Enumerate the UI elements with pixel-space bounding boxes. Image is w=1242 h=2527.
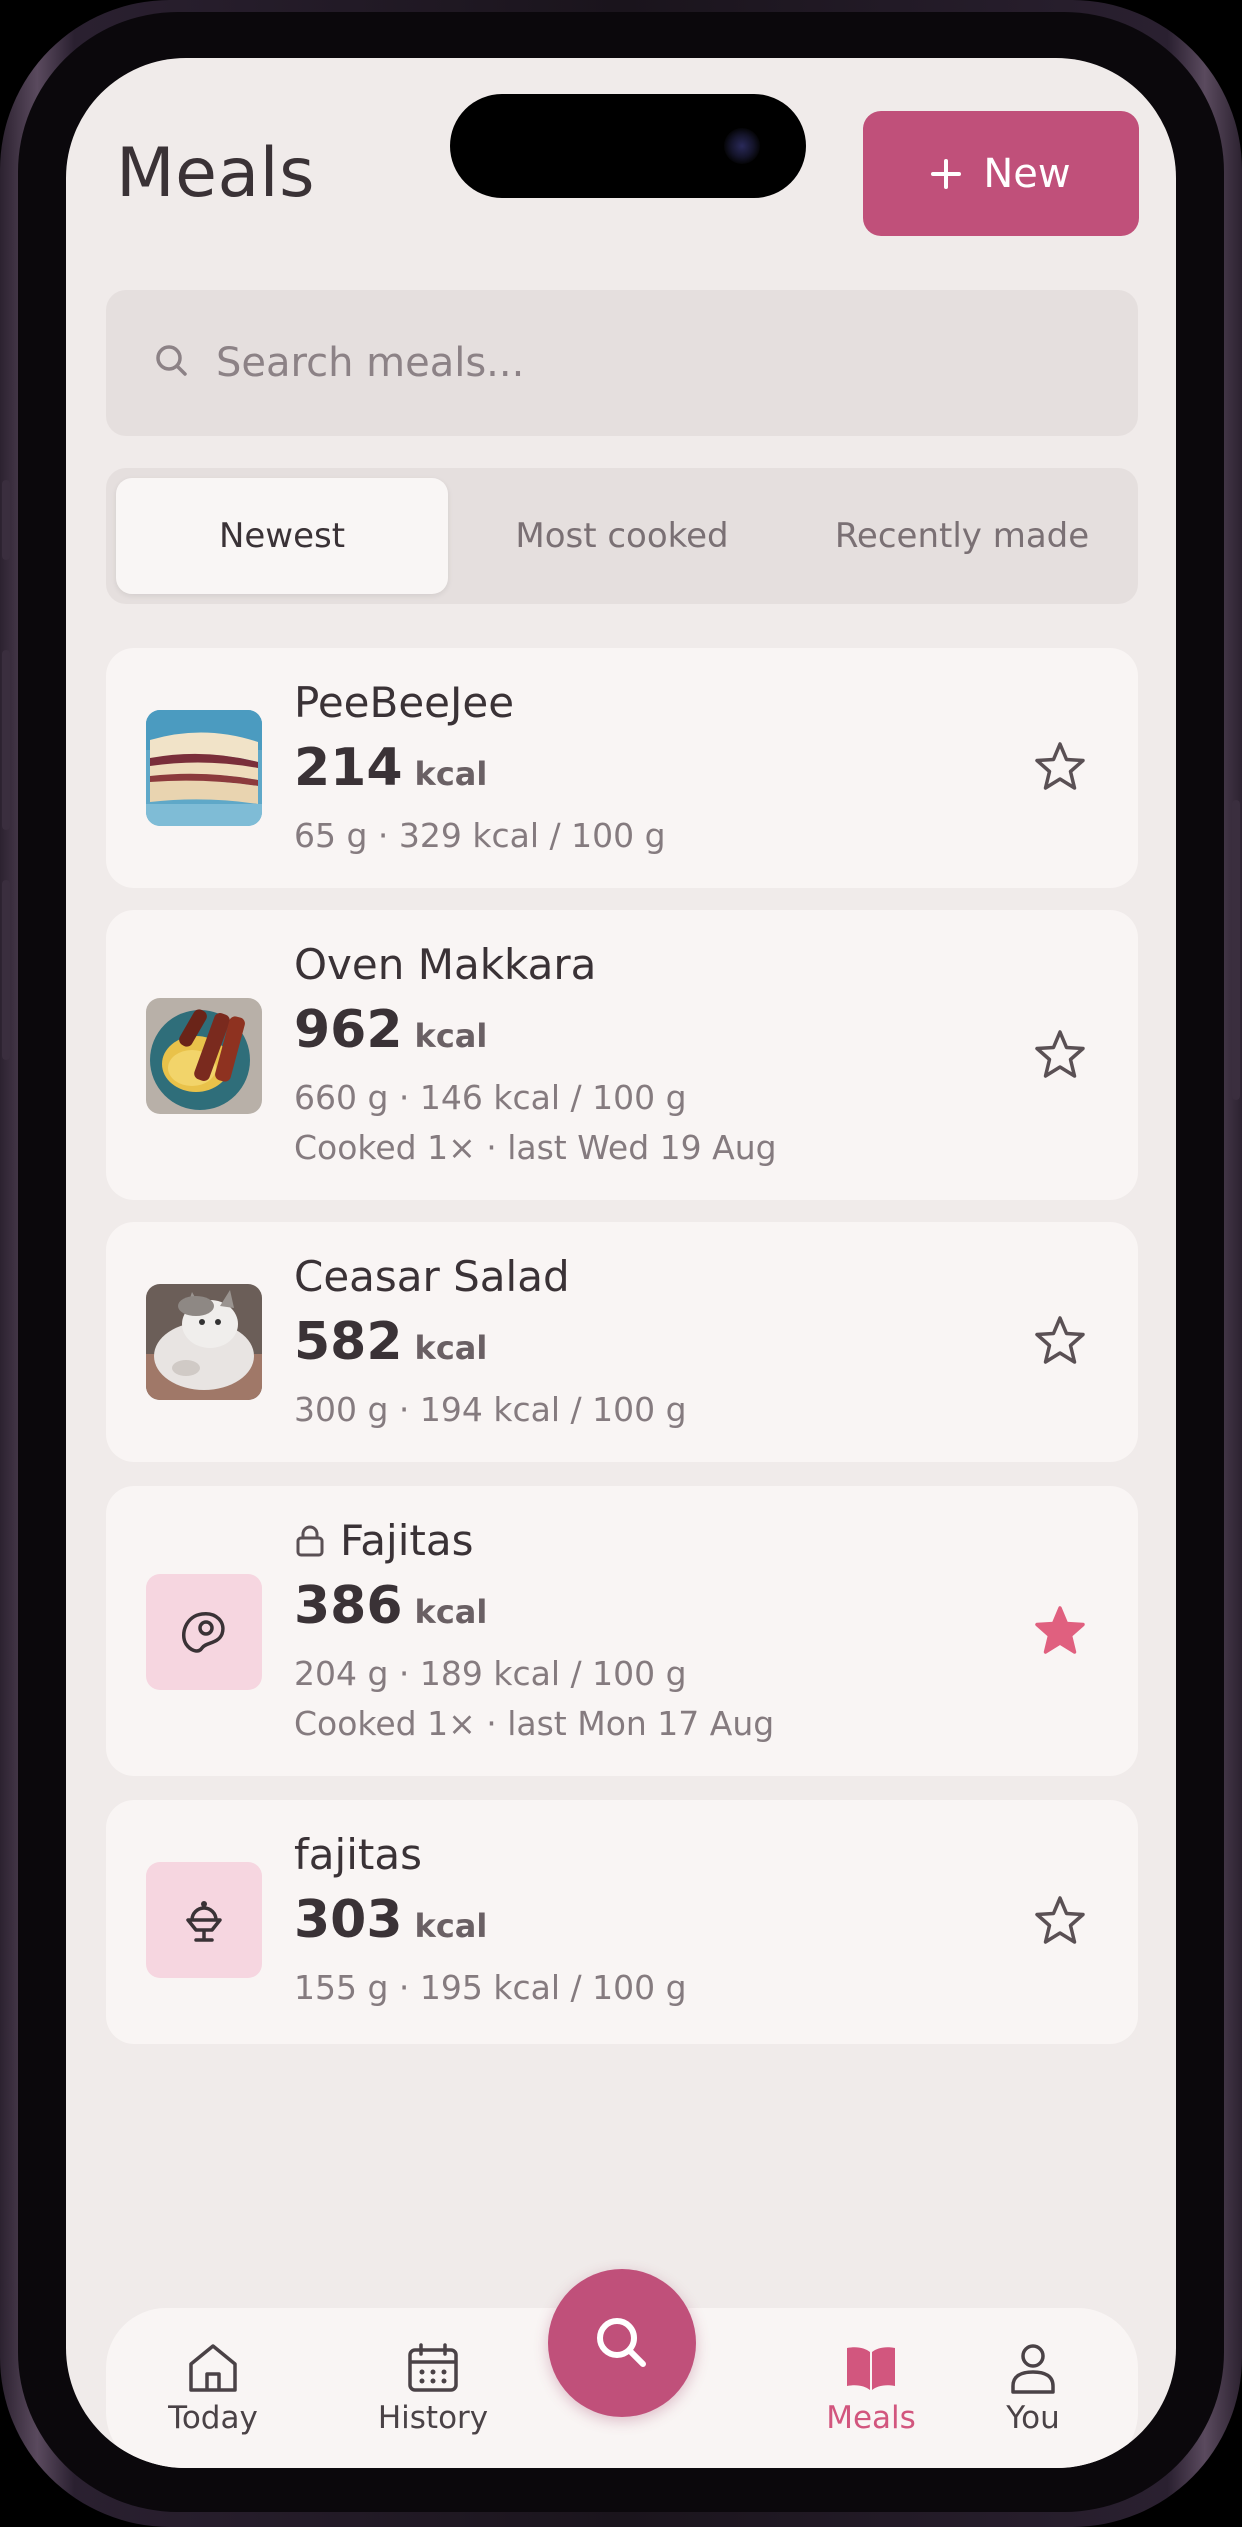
sundae-icon	[146, 1862, 262, 1978]
meal-photo	[146, 710, 262, 826]
meal-name: Oven Makkara	[294, 940, 596, 989]
meal-name-text: fajitas	[294, 1830, 422, 1879]
side-button	[2, 880, 10, 1060]
meat-icon	[146, 1574, 262, 1690]
meal-cooked-info: Cooked 1× · last Mon 17 Aug	[294, 1704, 775, 1743]
kcal-unit: kcal	[414, 755, 488, 793]
meal-detail: 300 g · 194 kcal / 100 g	[294, 1390, 687, 1429]
star-filled-icon[interactable]	[1030, 1602, 1090, 1662]
nav-history-label: History	[377, 2400, 489, 2436]
camera	[724, 128, 760, 164]
meal-kcal: 962 kcal	[294, 1000, 487, 1060]
star-icon[interactable]	[1030, 1312, 1090, 1372]
meal-name-text: PeeBeeJee	[294, 678, 515, 727]
nav-you[interactable]: You	[958, 2308, 1108, 2468]
meal-kcal: 303 kcal	[294, 1890, 487, 1950]
page-title: Meals	[116, 134, 315, 213]
side-button	[2, 480, 10, 560]
kcal-unit: kcal	[414, 1593, 488, 1631]
calendar-icon	[408, 2343, 458, 2392]
meal-name-text: Ceasar Salad	[294, 1252, 570, 1301]
search-icon	[152, 341, 192, 385]
side-button	[2, 650, 10, 830]
search-input[interactable]	[216, 340, 1036, 386]
sort-segmented-control: Newest Most cooked Recently made	[106, 468, 1138, 604]
dynamic-island	[450, 94, 806, 198]
new-meal-button[interactable]: New	[863, 111, 1139, 236]
meal-card[interactable]: Oven Makkara 962 kcal 660 g · 146 kcal /…	[106, 910, 1138, 1200]
tab-newest[interactable]: Newest	[116, 478, 448, 594]
book-icon	[847, 2347, 895, 2390]
lock-icon	[296, 1525, 324, 1556]
meal-photo	[146, 1284, 262, 1400]
meal-card[interactable]: Fajitas 386 kcal 204 g · 189 kcal / 100 …	[106, 1486, 1138, 1776]
nav-today-label: Today	[168, 2400, 258, 2436]
meal-kcal: 582 kcal	[294, 1312, 487, 1372]
meal-card[interactable]: fajitas 303 kcal 155 g · 195 kcal / 100 …	[106, 1800, 1138, 2044]
kcal-unit: kcal	[414, 1017, 488, 1055]
meal-cooked-info: Cooked 1× · last Wed 19 Aug	[294, 1128, 777, 1167]
meal-card[interactable]: Ceasar Salad 582 kcal 300 g · 194 kcal /…	[106, 1222, 1138, 1462]
meal-kcal: 214 kcal	[294, 738, 487, 798]
search-icon	[597, 2318, 646, 2367]
kcal-value: 962	[294, 1000, 403, 1060]
nav-meals[interactable]: Meals	[796, 2308, 946, 2468]
kcal-value: 386	[294, 1576, 403, 1636]
meal-name: PeeBeeJee	[294, 678, 514, 727]
tab-recently-made[interactable]: Recently made	[796, 478, 1128, 594]
nav-you-label: You	[1006, 2400, 1060, 2436]
meal-detail: 65 g · 329 kcal / 100 g	[294, 816, 666, 855]
meal-detail: 204 g · 189 kcal / 100 g	[294, 1654, 687, 1693]
nav-meals-label: Meals	[826, 2400, 916, 2436]
meal-name: fajitas	[294, 1830, 422, 1879]
star-icon[interactable]	[1030, 1026, 1090, 1086]
star-icon[interactable]	[1030, 1892, 1090, 1952]
search-bar[interactable]	[106, 290, 1138, 436]
tab-most-cooked[interactable]: Most cooked	[456, 478, 788, 594]
side-button	[1232, 800, 1240, 1100]
nav-today[interactable]: Today	[138, 2308, 288, 2468]
meal-photo	[146, 998, 262, 1114]
search-fab-button[interactable]	[548, 2269, 696, 2417]
kcal-value: 214	[294, 738, 403, 798]
meal-card[interactable]: PeeBeeJee 214 kcal 65 g · 329 kcal / 100…	[106, 648, 1138, 888]
meal-kcal: 386 kcal	[294, 1576, 487, 1636]
kcal-unit: kcal	[414, 1907, 488, 1945]
person-icon	[1011, 2344, 1055, 2394]
new-button-label: New	[983, 150, 1071, 197]
kcal-value: 582	[294, 1312, 403, 1372]
home-icon	[189, 2344, 237, 2392]
kcal-unit: kcal	[414, 1329, 488, 1367]
meal-name-text: Oven Makkara	[294, 940, 597, 989]
meal-detail: 660 g · 146 kcal / 100 g	[294, 1078, 687, 1117]
kcal-value: 303	[294, 1890, 403, 1950]
meal-name: Fajitas	[294, 1516, 473, 1565]
star-icon[interactable]	[1030, 738, 1090, 798]
app-screen: Meals New Newest Most cooked Recently ma…	[66, 58, 1176, 2468]
meal-detail: 155 g · 195 kcal / 100 g	[294, 1968, 687, 2007]
nav-history[interactable]: History	[358, 2308, 508, 2468]
plus-icon	[931, 158, 962, 189]
meal-name-text: Fajitas	[340, 1516, 474, 1565]
meal-name: Ceasar Salad	[294, 1252, 570, 1301]
